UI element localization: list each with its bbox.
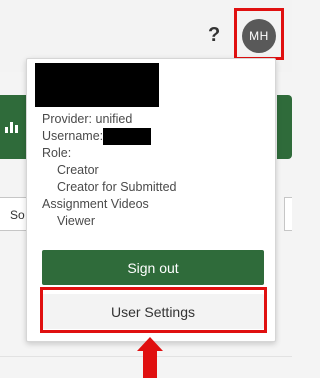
username-row: Username: xyxy=(42,128,177,145)
provider-text: Provider: unified xyxy=(42,112,133,126)
background-input[interactable]: So xyxy=(0,197,28,231)
sign-out-button[interactable]: Sign out xyxy=(42,250,264,285)
user-info: Provider: unified Username: Role: Creato… xyxy=(42,111,177,230)
role-label: Role: xyxy=(42,146,72,160)
role-item: Assignment Videos xyxy=(42,197,149,211)
arrow-up-icon xyxy=(137,337,163,351)
role-item: Creator for Submitted xyxy=(57,180,177,194)
role-item: Viewer xyxy=(57,214,95,228)
username-label: Username: xyxy=(42,129,104,143)
redacted-username xyxy=(103,128,152,145)
redacted-name xyxy=(35,63,159,107)
background-input-right xyxy=(284,197,292,231)
help-icon[interactable]: ? xyxy=(208,24,220,47)
settings-highlight-box xyxy=(40,287,267,333)
bar-chart-icon xyxy=(5,122,18,133)
arrow-stem xyxy=(143,350,157,378)
background-card-right xyxy=(277,95,292,159)
avatar-highlight-box xyxy=(234,8,284,60)
role-item: Creator xyxy=(57,163,99,177)
